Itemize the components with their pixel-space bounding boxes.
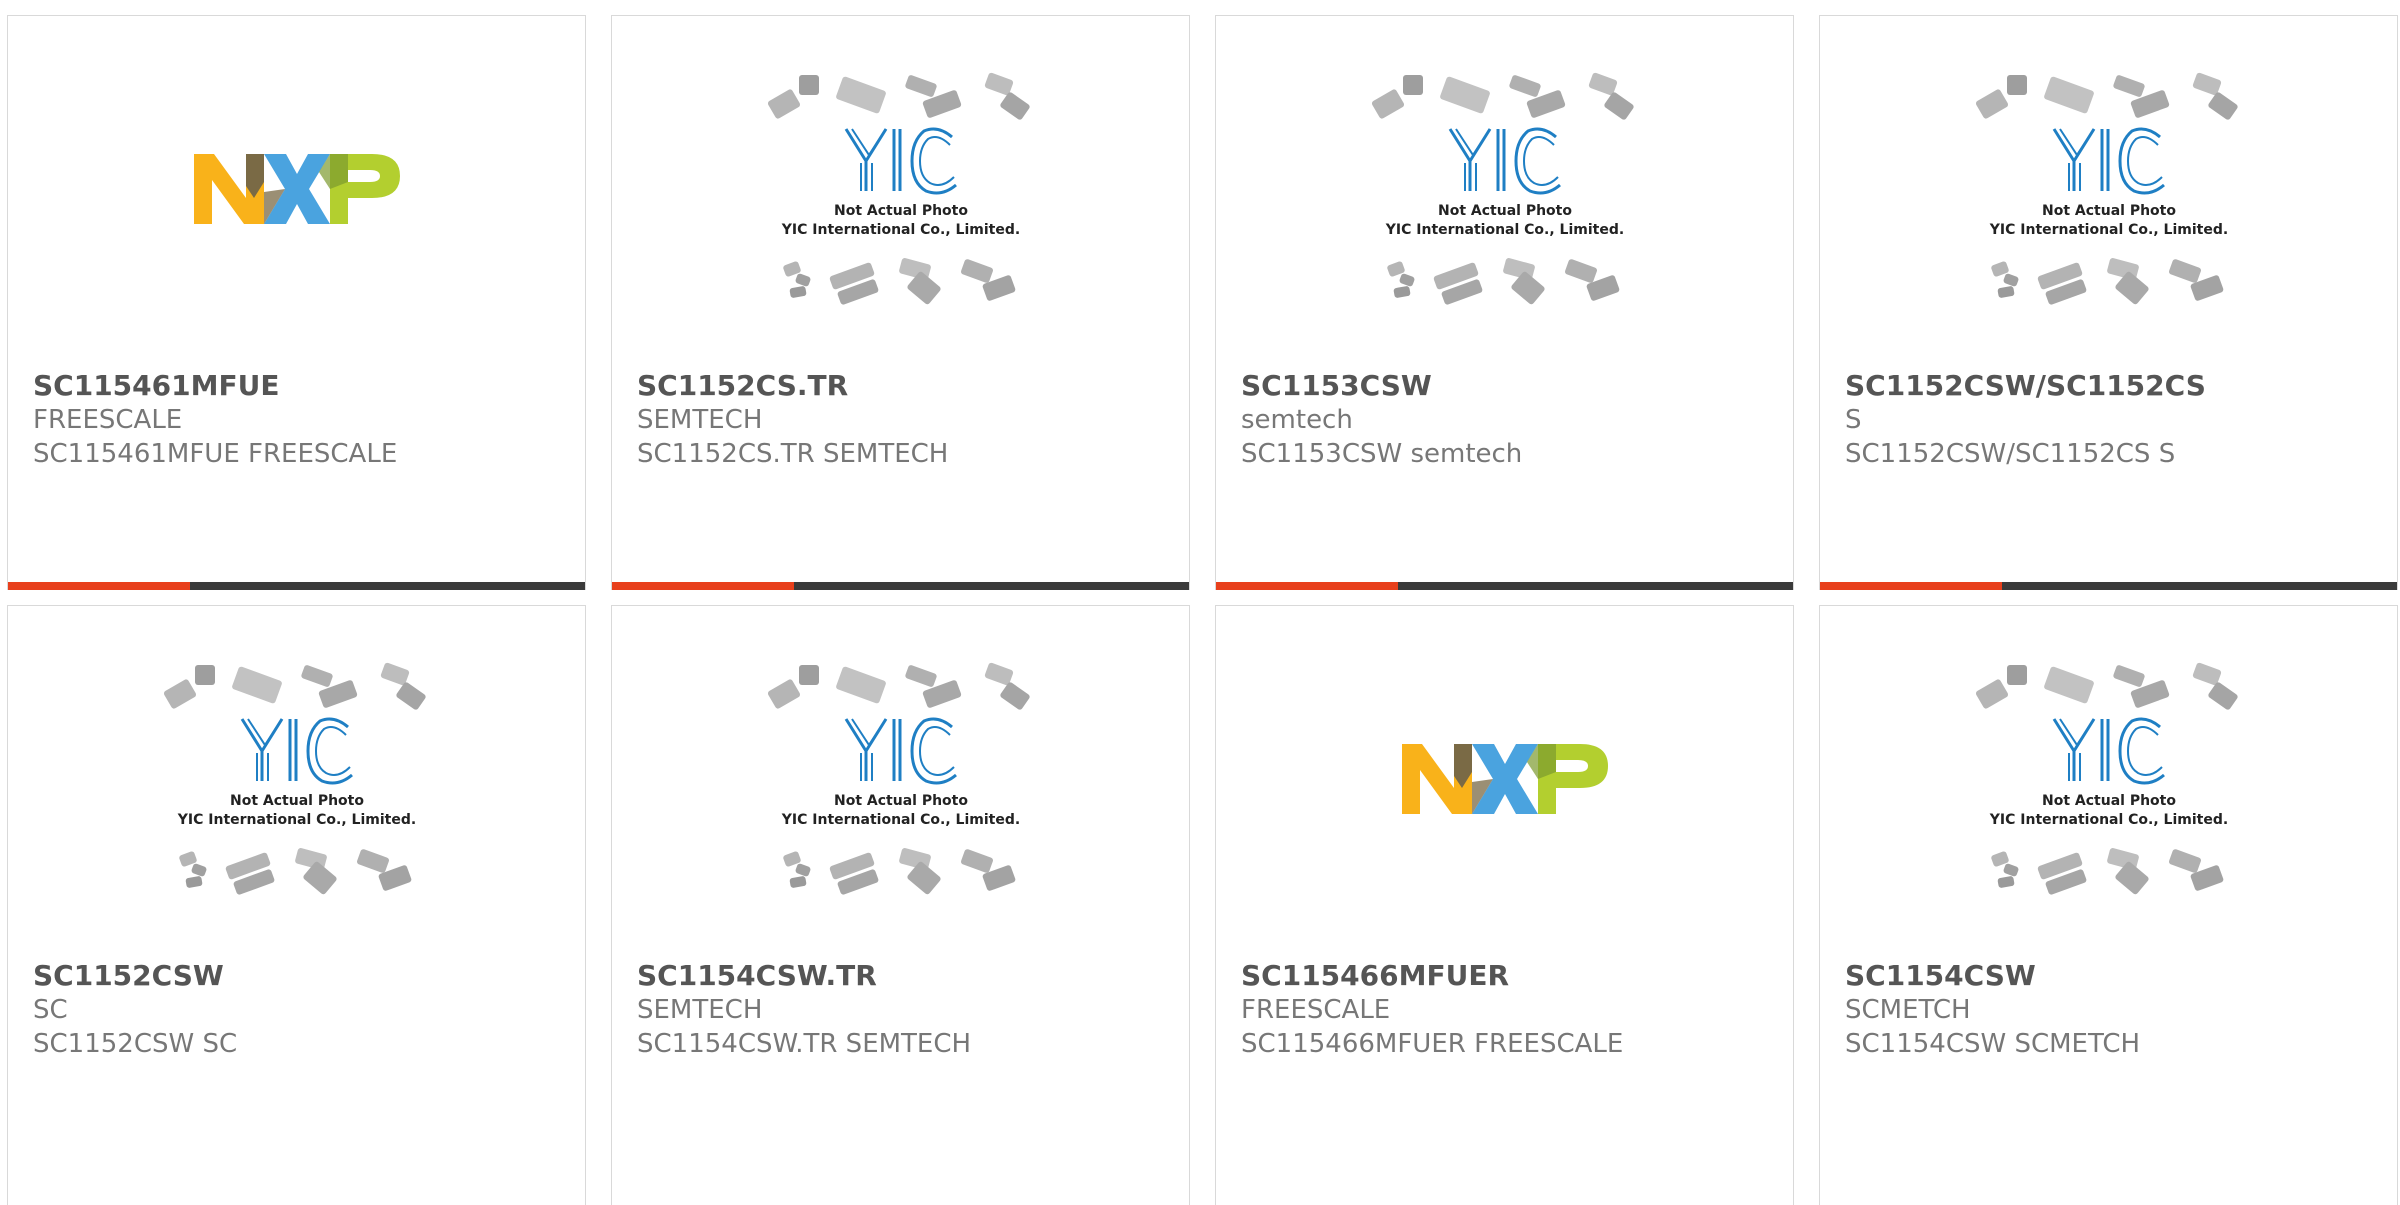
chip-packages-icon (1975, 662, 2238, 710)
card-bottom-bar (612, 582, 1189, 590)
chip-packages-icon (767, 662, 1030, 710)
product-description: SC1154CSW SCMETCH (1845, 1029, 2141, 1059)
product-description: SC115461MFUE FREESCALE (33, 439, 398, 469)
yic-logo-icon (844, 717, 957, 785)
product-card[interactable]: Not Actual Photo YIC International Co., … (7, 605, 586, 1205)
not-actual-photo-image: Not Actual Photo YIC International Co., … (612, 16, 1189, 366)
card-accent-bar (1216, 582, 1398, 590)
card-bottom-bar (1216, 582, 1793, 590)
company-name-text: YIC International Co., Limited. (1988, 222, 2227, 238)
yic-logo-icon (2052, 127, 2165, 195)
product-grid: SC115461MFUE FREESCALE SC115461MFUE FREE… (0, 0, 2400, 1205)
not-actual-photo-image: Not Actual Photo YIC International Co., … (1820, 606, 2397, 956)
part-number[interactable]: SC115466MFUER (1241, 959, 1783, 993)
part-number[interactable]: SC115461MFUE (33, 369, 575, 403)
nxp-logo-image (8, 16, 585, 366)
not-actual-photo-image: Not Actual Photo YIC International Co., … (1820, 16, 2397, 366)
not-actual-photo-placeholder: Not Actual Photo YIC International Co., … (1975, 72, 2238, 305)
product-card[interactable]: SC115461MFUE FREESCALE SC115461MFUE FREE… (7, 15, 586, 590)
manufacturer: SCMETCH (1845, 995, 1971, 1025)
chip-packages-icon (1386, 258, 1619, 305)
company-name-text: YIC International Co., Limited. (1384, 222, 1623, 238)
chip-packages-icon (1371, 72, 1634, 120)
not-actual-photo-placeholder: Not Actual Photo YIC International Co., … (1371, 72, 1634, 305)
not-actual-photo-image: Not Actual Photo YIC International Co., … (612, 606, 1189, 956)
manufacturer: S (1845, 405, 1862, 435)
company-name-text: YIC International Co., Limited. (1988, 812, 2227, 828)
not-actual-photo-image: Not Actual Photo YIC International Co., … (8, 606, 585, 956)
product-description: SC1152CS.TR SEMTECH (637, 439, 949, 469)
nxp-logo-icon (193, 154, 400, 224)
part-number[interactable]: SC1153CSW (1241, 369, 1783, 403)
part-number[interactable]: SC1154CSW (1845, 959, 2387, 993)
product-card[interactable]: Not Actual Photo YIC International Co., … (611, 15, 1190, 590)
yic-logo-icon (2052, 717, 2165, 785)
not-actual-photo-placeholder: Not Actual Photo YIC International Co., … (1975, 662, 2238, 895)
product-description: SC1152CSW SC (33, 1029, 238, 1059)
product-description: SC115466MFUER FREESCALE (1241, 1029, 1624, 1059)
chip-packages-icon (782, 848, 1015, 895)
company-name-text: YIC International Co., Limited. (176, 812, 415, 828)
chip-packages-icon (782, 258, 1015, 305)
not-actual-photo-text: Not Actual Photo (2042, 203, 2176, 219)
card-bottom-bar (8, 582, 585, 590)
not-actual-photo-placeholder: Not Actual Photo YIC International Co., … (163, 662, 426, 895)
part-number[interactable]: SC1152CSW/SC1152CS (1845, 369, 2387, 403)
product-description: SC1152CSW/SC1152CS S (1845, 439, 2176, 469)
manufacturer: semtech (1241, 405, 1353, 435)
yic-logo-icon (1448, 127, 1561, 195)
product-card[interactable]: Not Actual Photo YIC International Co., … (1819, 605, 2398, 1205)
manufacturer: SC (33, 995, 68, 1025)
chip-packages-icon (1990, 848, 2223, 895)
product-description: SC1154CSW.TR SEMTECH (637, 1029, 972, 1059)
manufacturer: FREESCALE (1241, 995, 1391, 1025)
company-name-text: YIC International Co., Limited. (780, 812, 1019, 828)
chip-packages-icon (1975, 72, 2238, 120)
not-actual-photo-text: Not Actual Photo (834, 203, 968, 219)
yic-logo-icon (240, 717, 353, 785)
chip-packages-icon (178, 848, 411, 895)
product-card[interactable]: SC115466MFUER FREESCALE SC115466MFUER FR… (1215, 605, 1794, 1205)
not-actual-photo-text: Not Actual Photo (834, 793, 968, 809)
part-number[interactable]: SC1152CSW (33, 959, 575, 993)
not-actual-photo-placeholder: Not Actual Photo YIC International Co., … (767, 662, 1030, 895)
part-number[interactable]: SC1152CS.TR (637, 369, 1179, 403)
yic-logo-icon (844, 127, 957, 195)
chip-packages-icon (163, 662, 426, 710)
not-actual-photo-text: Not Actual Photo (1438, 203, 1572, 219)
nxp-logo-image (1216, 606, 1793, 956)
chip-packages-icon (767, 72, 1030, 120)
product-card[interactable]: Not Actual Photo YIC International Co., … (611, 605, 1190, 1205)
manufacturer: SEMTECH (637, 405, 763, 435)
company-name-text: YIC International Co., Limited. (780, 222, 1019, 238)
manufacturer: SEMTECH (637, 995, 763, 1025)
product-description: SC1153CSW semtech (1241, 439, 1523, 469)
product-card[interactable]: Not Actual Photo YIC International Co., … (1215, 15, 1794, 590)
chip-packages-icon (1990, 258, 2223, 305)
product-card[interactable]: Not Actual Photo YIC International Co., … (1819, 15, 2398, 590)
not-actual-photo-image: Not Actual Photo YIC International Co., … (1216, 16, 1793, 366)
card-bottom-bar (1820, 582, 2397, 590)
card-accent-bar (8, 582, 190, 590)
card-accent-bar (612, 582, 794, 590)
part-number[interactable]: SC1154CSW.TR (637, 959, 1179, 993)
not-actual-photo-text: Not Actual Photo (2042, 793, 2176, 809)
not-actual-photo-placeholder: Not Actual Photo YIC International Co., … (767, 72, 1030, 305)
card-accent-bar (1820, 582, 2002, 590)
nxp-logo-icon (1401, 744, 1608, 814)
manufacturer: FREESCALE (33, 405, 183, 435)
not-actual-photo-text: Not Actual Photo (230, 793, 364, 809)
